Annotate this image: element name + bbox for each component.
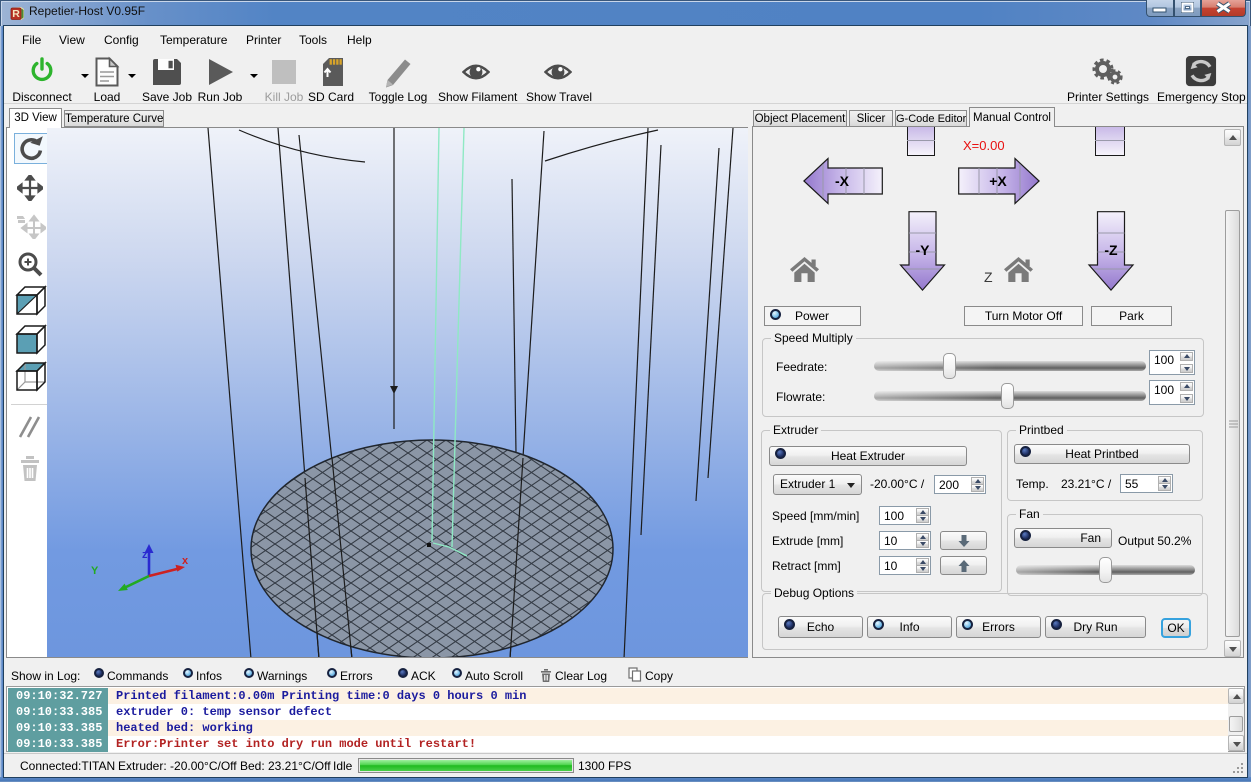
svg-text:x: x — [182, 555, 189, 567]
svg-text:z: z — [142, 549, 148, 561]
svg-text:Y: Y — [91, 565, 99, 577]
svg-text:R: R — [12, 8, 20, 20]
